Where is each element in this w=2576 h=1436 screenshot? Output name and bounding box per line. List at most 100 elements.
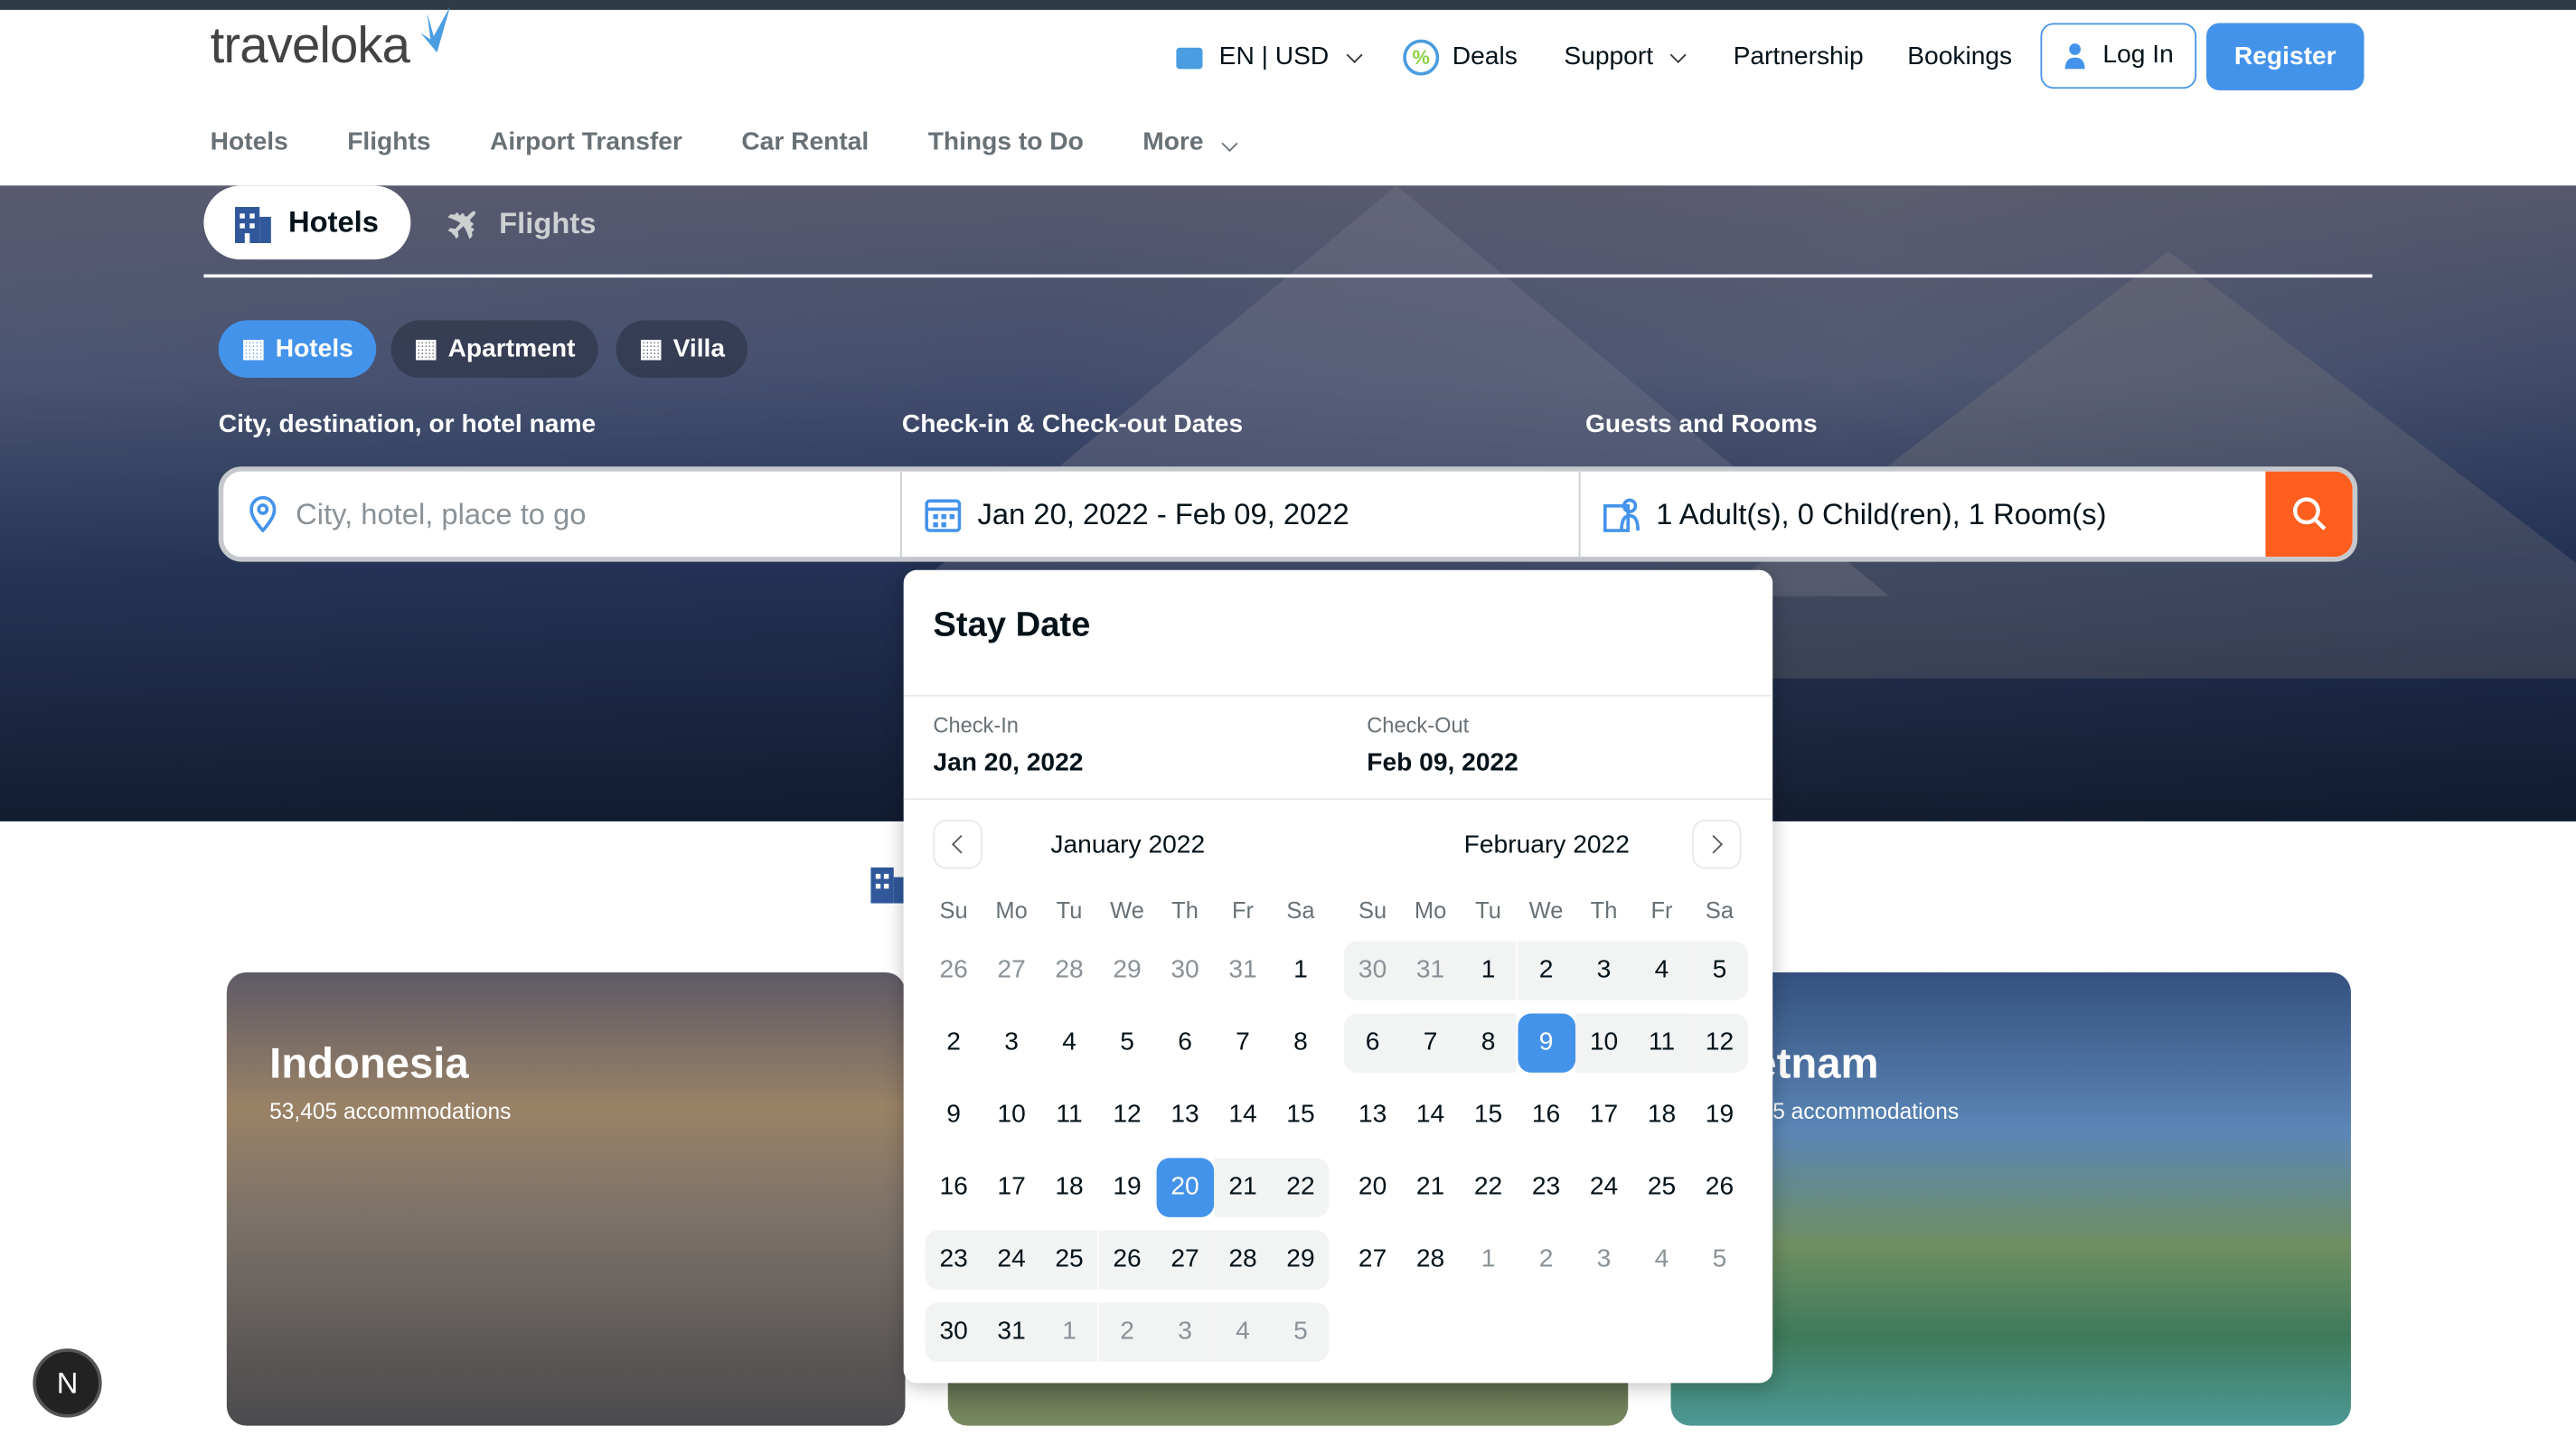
calendar-day[interactable]: 2 [925,1013,982,1072]
calendar-day[interactable]: 1 [1460,1230,1518,1289]
calendar-day[interactable]: 29 [1098,941,1156,1000]
deals-link[interactable]: % Deals [1403,36,1518,79]
calendar-day[interactable]: 20 [1344,1158,1402,1216]
calendar-day[interactable]: 27 [982,941,1040,1000]
calendar-day[interactable]: 17 [1575,1085,1633,1144]
calendar-day[interactable]: 4 [1214,1302,1272,1362]
calendar-day[interactable]: 7 [1214,1013,1272,1072]
destination-card-indonesia[interactable]: Indonesia 53,405 accommodations [226,972,906,1426]
subnav-car-rental[interactable]: Car Rental [741,128,869,158]
subnav-things-to-do[interactable]: Things to Do [928,128,1084,158]
calendar-day[interactable]: 10 [1575,1013,1633,1073]
partnership-link[interactable]: Partnership [1734,36,1864,79]
calendar-day[interactable]: 2 [1518,1230,1575,1289]
type-hotels-pill[interactable]: ▦ Hotels [218,320,377,379]
calendar-day[interactable]: 5 [1691,1230,1749,1289]
calendar-day[interactable]: 8 [1272,1013,1330,1072]
calendar-day[interactable]: 3 [982,1013,1040,1072]
calendar-day[interactable]: 12 [1098,1085,1156,1144]
type-apartment-pill[interactable]: ▦ Apartment [390,320,598,379]
calendar-day[interactable]: 16 [925,1158,982,1216]
calendar-day[interactable]: 26 [1691,1158,1749,1216]
login-button[interactable]: Log In [2040,23,2197,89]
calendar-day[interactable]: 3 [1156,1302,1214,1362]
calendar-day[interactable]: 25 [1633,1158,1691,1216]
destination-input[interactable]: City, hotel, place to go [223,471,902,558]
checkin-value[interactable]: Jan 20, 2022 [933,749,1083,779]
guests-input[interactable]: 1 Adult(s), 0 Child(ren), 1 Room(s) [1581,472,2266,558]
calendar-day[interactable]: 3 [1575,941,1633,1000]
calendar-day[interactable]: 15 [1272,1085,1330,1144]
register-button[interactable]: Register [2206,23,2364,90]
calendar-day[interactable]: 9 [925,1085,982,1144]
calendar-day[interactable]: 18 [1040,1158,1098,1216]
calendar-day[interactable]: 21 [1402,1158,1460,1216]
destination-card-vietnam[interactable]: etnam 5 accommodations [1670,972,2351,1426]
calendar-day[interactable]: 5 [1098,1013,1156,1072]
tab-flights[interactable]: ✈ Flights [434,192,596,253]
calendar-day[interactable]: 31 [1214,941,1272,1000]
calendar-day[interactable]: 13 [1344,1085,1402,1144]
checkout-value[interactable]: Feb 09, 2022 [1367,749,1518,779]
calendar-day[interactable]: 22 [1460,1158,1518,1216]
calendar-day[interactable]: 13 [1156,1085,1214,1144]
calendar-day[interactable]: 12 [1690,1013,1749,1073]
search-button[interactable] [2265,471,2353,558]
calendar-day[interactable]: 24 [982,1230,1040,1290]
calendar-day[interactable]: 16 [1518,1085,1575,1144]
calendar-day[interactable]: 11 [1040,1085,1098,1144]
calendar-day[interactable]: 31 [982,1302,1040,1362]
calendar-day[interactable]: 2 [1517,941,1575,1000]
calendar-day[interactable]: 11 [1632,1013,1691,1073]
calendar-day[interactable]: 21 [1214,1158,1272,1217]
bookings-link[interactable]: Bookings [1907,36,2012,79]
calendar-day[interactable]: 3 [1575,1230,1633,1289]
dates-input[interactable]: Jan 20, 2022 - Feb 09, 2022 [902,471,1581,558]
calendar-day[interactable]: 2 [1098,1302,1156,1362]
calendar-day[interactable]: 8 [1459,1013,1518,1073]
calendar-day[interactable]: 6 [1343,1013,1402,1073]
calendar-day[interactable]: 4 [1632,941,1691,1000]
calendar-day[interactable]: 1 [1459,941,1518,1000]
calendar-day[interactable]: 28 [1214,1230,1272,1290]
calendar-day[interactable]: 27 [1344,1230,1402,1289]
calendar-day[interactable]: 10 [982,1085,1040,1144]
calendar-day[interactable]: 27 [1156,1230,1214,1290]
tab-hotels[interactable]: Hotels [203,185,411,260]
subnav-more[interactable]: More [1142,128,1237,158]
calendar-day[interactable]: 31 [1401,941,1460,1000]
traveloka-logo[interactable]: traveloka [211,6,451,75]
calendar-day[interactable]: 19 [1691,1085,1749,1144]
calendar-day[interactable]: 18 [1633,1085,1691,1144]
calendar-day[interactable]: 19 [1098,1158,1156,1216]
calendar-day[interactable]: 4 [1633,1230,1691,1289]
locale-selector[interactable]: EN | USD [1176,36,1363,79]
calendar-day-selected[interactable]: 20 [1156,1158,1214,1217]
calendar-day[interactable]: 14 [1402,1085,1460,1144]
support-menu[interactable]: Support [1564,36,1688,79]
subnav-hotels[interactable]: Hotels [211,128,288,158]
subnav-flights[interactable]: Flights [347,128,430,158]
type-villa-pill[interactable]: ▦ Villa [616,320,748,379]
calendar-day[interactable]: 28 [1040,941,1098,1000]
calendar-day[interactable]: 25 [1040,1230,1098,1290]
calendar-day[interactable]: 22 [1272,1158,1330,1217]
calendar-day[interactable]: 1 [1272,941,1330,1000]
calendar-day[interactable]: 30 [925,1302,982,1362]
calendar-day[interactable]: 1 [1040,1302,1098,1362]
calendar-day[interactable]: 5 [1690,941,1749,1000]
calendar-day[interactable]: 6 [1156,1013,1214,1072]
dev-badge[interactable]: N [33,1348,102,1418]
calendar-day[interactable]: 23 [1518,1158,1575,1216]
calendar-day[interactable]: 26 [925,941,982,1000]
calendar-day[interactable]: 15 [1460,1085,1518,1144]
calendar-day[interactable]: 7 [1401,1013,1460,1073]
calendar-day[interactable]: 14 [1214,1085,1272,1144]
calendar-day[interactable]: 23 [925,1230,982,1290]
calendar-day[interactable]: 30 [1343,941,1402,1000]
calendar-day[interactable]: 29 [1272,1230,1330,1290]
calendar-day[interactable]: 24 [1575,1158,1633,1216]
calendar-day[interactable]: 30 [1156,941,1214,1000]
calendar-day[interactable]: 4 [1040,1013,1098,1072]
subnav-airport-transfer[interactable]: Airport Transfer [490,128,682,158]
